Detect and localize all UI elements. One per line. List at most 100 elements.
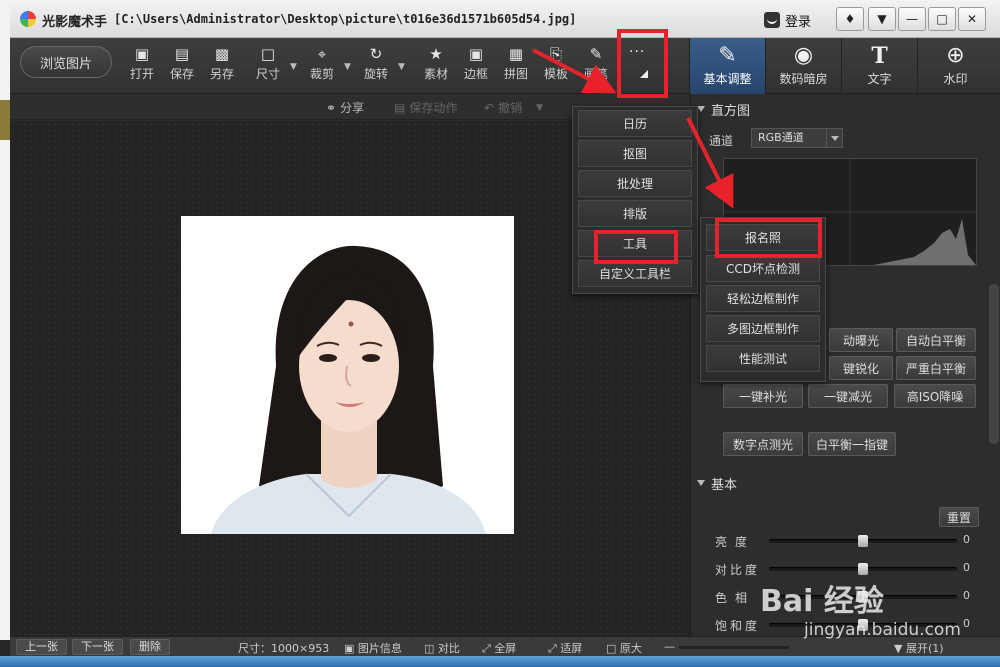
expand-button[interactable]: ▼ 展开(1) [894,640,944,656]
tool-material-label: 素材 [423,67,448,81]
slider-label: 亮度 [715,535,756,549]
tab-darkroom[interactable]: ◉ 数码暗房 [765,38,841,94]
tool-collage[interactable]: ▦ 拼图 [496,46,536,90]
tool-template[interactable]: ⎘ 模板 [536,46,576,90]
undo-icon: ↶ [484,100,495,115]
text-icon: T [871,43,888,69]
close-button[interactable]: ✕ [958,7,986,31]
channel-select[interactable]: RGB通道 [751,128,843,148]
tool-material[interactable]: ★ 素材 [416,46,456,90]
menu-button[interactable]: ▼ [868,7,896,31]
fit-screen-button[interactable]: ⤢ 适屏 [548,640,582,656]
prev-image-button[interactable]: 上一张 [16,639,67,655]
one-key-reduce-light-button[interactable]: 一键减光 [808,384,888,408]
menu-item-benchmark[interactable]: 性能测试 [706,345,820,372]
tool-crop[interactable]: ⌖ 裁剪 [302,46,342,90]
histogram-header[interactable]: 直方图 [691,96,991,122]
menu-item-multi-frame[interactable]: 多图边框制作 [706,315,820,342]
tool-rotate[interactable]: ↻ 旋转 [356,46,396,90]
login-button[interactable]: 登录 [764,10,811,30]
tool-resize-label: 尺寸 [255,67,280,81]
zoom-track [678,645,789,649]
zoom-slider[interactable]: — [664,640,789,653]
tool-frame[interactable]: ▣ 边框 [456,46,496,90]
maximize-button[interactable]: □ [928,7,956,31]
tab-watermark[interactable]: ⊕ 水印 [917,38,993,94]
one-key-fill-light-button[interactable]: 一键补光 [723,384,803,408]
login-label: 登录 [785,14,812,30]
basic-header[interactable]: 基本 [691,470,991,496]
watermark-sub: jingyan.baidu.com [804,620,961,640]
expand-label: 展开(1) [905,642,944,655]
annotation-box-id-photo [715,218,822,258]
tool-save-label: 保存 [169,67,194,81]
menu-item-batch[interactable]: 批处理 [578,170,692,197]
tab-basic-adjust[interactable]: ✎ 基本调整 [689,38,765,94]
menu-item-ccd-check[interactable]: CCD坏点检测 [706,255,820,282]
slider-label: 饱和度 [715,619,761,633]
image-info-button[interactable]: ▣ 图片信息 [344,640,402,656]
reset-button[interactable]: 重置 [939,507,979,527]
spot-metering-button[interactable]: 数字点测光 [723,432,803,456]
tab-text[interactable]: T 文字 [841,38,917,94]
slider-track[interactable] [769,563,957,575]
tool-open[interactable]: ▣ 打开 [122,46,162,90]
app-logo-icon [20,11,36,27]
minimize-button[interactable]: — [898,7,926,31]
menu-item-calendar[interactable]: 日历 [578,110,692,137]
menu-item-easy-frame[interactable]: 轻松边框制作 [706,285,820,312]
adjust-icon: ✎ [718,43,737,68]
portrait-photo [181,216,514,534]
tab-darkroom-label: 数码暗房 [779,72,828,86]
fit-label: 适屏 [560,642,583,655]
browse-images-button[interactable]: 浏览图片 [20,46,112,78]
slider-knob[interactable] [858,563,868,575]
tool-frame-label: 边框 [463,67,488,81]
auto-exposure-button[interactable]: 动曝光 [829,328,893,352]
close-icon: ✕ [966,12,978,26]
delete-image-button[interactable]: 删除 [130,639,170,655]
zoom-out-icon: — [664,640,679,653]
fit-icon: ⤢ [548,642,561,655]
original-size-button[interactable]: □ 原大 [606,640,642,656]
menu-item-custom-toolbar[interactable]: 自定义工具栏 [578,260,692,287]
original-size-icon: □ [606,642,620,655]
strict-white-balance-button[interactable]: 严重白平衡 [896,356,976,380]
menu-item-layout[interactable]: 排版 [578,200,692,227]
tool-collage-label: 拼图 [503,67,528,81]
slider-value: 0 [963,561,970,574]
histogram-title: 直方图 [711,103,751,119]
high-iso-denoise-button[interactable]: 高ISO降噪 [894,384,976,408]
tool-template-label: 模板 [543,67,568,81]
panel-scrollbar[interactable] [989,284,999,444]
compare-button[interactable]: ◫ 对比 [424,640,460,656]
crop-icon: ⌖ [317,45,327,63]
save-action-button[interactable]: ▤ 保存动作 [394,99,457,116]
slider-track[interactable] [769,535,957,547]
next-image-button[interactable]: 下一张 [72,639,123,655]
menu-item-cutout[interactable]: 抠图 [578,140,692,167]
slider-label: 对比度 [715,563,761,577]
undo-button[interactable]: ↶ 撤销 ▼ [484,99,543,116]
resize-dropdown-arrow[interactable]: ▼ [290,62,297,72]
tool-resize[interactable]: □ 尺寸 [248,46,288,90]
white-balance-picker-button[interactable]: 白平衡一指键 [808,432,896,456]
app-title: 光影魔术手 [42,15,108,30]
crop-dropdown-arrow[interactable]: ▼ [344,62,351,72]
app-window: 光影魔术手 [C:\Users\Administrator\Desktop\pi… [10,0,1000,656]
one-key-sharpen-button[interactable]: 键锐化 [829,356,893,380]
tool-save[interactable]: ▤ 保存 [162,46,202,90]
tool-save-as[interactable]: ▩ 另存 [202,46,242,90]
collapse-icon [697,106,705,112]
auto-white-balance-button[interactable]: 自动白平衡 [896,328,976,352]
slider-knob[interactable] [858,535,868,547]
desktop-thumbnail [0,100,10,140]
frame-icon: ▣ [468,45,484,63]
desktop-background [0,0,10,640]
tool-brush[interactable]: ✎ 画笔 [576,46,616,90]
fullscreen-button[interactable]: ⤢ 全屏 [482,640,516,656]
rotate-dropdown-arrow[interactable]: ▼ [398,62,405,72]
skin-button[interactable]: ♦ [836,7,864,31]
share-button[interactable]: ⚭ 分享 [326,99,364,116]
tool-rotate-label: 旋转 [363,67,388,81]
